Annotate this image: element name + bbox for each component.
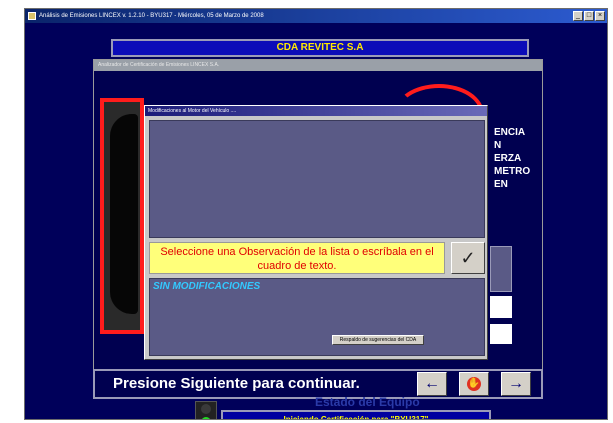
cda-suggestions-button[interactable]: Respaldo de sugerencias del CDA [332,335,424,345]
previous-button[interactable]: ← [417,372,447,396]
traffic-light-green [201,417,211,419]
side-label: METRO [494,166,531,177]
traffic-light-off [201,404,211,414]
traffic-light-icon [195,401,217,419]
side-label: ENCIA [494,127,526,138]
side-labels: ENCIA N ERZA METRO EN [494,126,542,191]
app-icon [28,12,36,20]
minimize-button[interactable]: _ [573,11,583,21]
side-label: EN [494,179,508,190]
gauge-frame [100,98,144,334]
observation-textbox[interactable]: SIN MODIFICACIONES Respaldo de sugerenci… [149,278,485,356]
side-label: N [494,140,502,151]
status-message: Iniciando Certificación para "BYU317" [221,410,491,419]
confirm-button[interactable]: ✓ [451,242,485,274]
side-field [490,296,512,318]
window-title: Análisis de Emisiones LINCEX v. 1.2.10 -… [39,13,264,19]
observations-list[interactable] [149,120,485,238]
maximize-button[interactable]: □ [584,11,594,21]
right-arrow-icon: → [508,375,524,392]
app-window: Análisis de Emisiones LINCEX v. 1.2.10 -… [24,8,608,420]
instruction-text: Seleccione una Observación de la lista o… [149,242,445,274]
checkmark-icon: ✓ [460,248,476,268]
left-arrow-icon: ← [424,375,440,392]
modifications-dialog: Modificaciones al Motor del Vehículo ...… [144,105,488,360]
certification-window-title: Analizador de Certificación de Emisiones… [94,60,542,71]
side-field [490,324,512,344]
continue-prompt: Presione Siguiente para continuar. [113,375,360,392]
gauge-display [110,114,138,314]
side-panel [490,246,512,292]
window-controls: _ □ × [573,11,605,21]
side-label: ERZA [494,153,522,164]
observation-value: SIN MODIFICACIONES [153,281,261,292]
title-bar: Análisis de Emisiones LINCEX v. 1.2.10 -… [25,9,607,23]
next-button[interactable]: → [501,372,531,396]
stop-hand-icon: ✋ [467,376,481,391]
equipment-state-label: Estado del Equipo [315,395,420,409]
close-button[interactable]: × [595,11,605,21]
company-name: CDA REVITEC S.A [111,39,529,57]
stop-button[interactable]: ✋ [459,372,489,396]
dialog-title: Modificaciones al Motor del Vehículo ...… [145,106,487,116]
